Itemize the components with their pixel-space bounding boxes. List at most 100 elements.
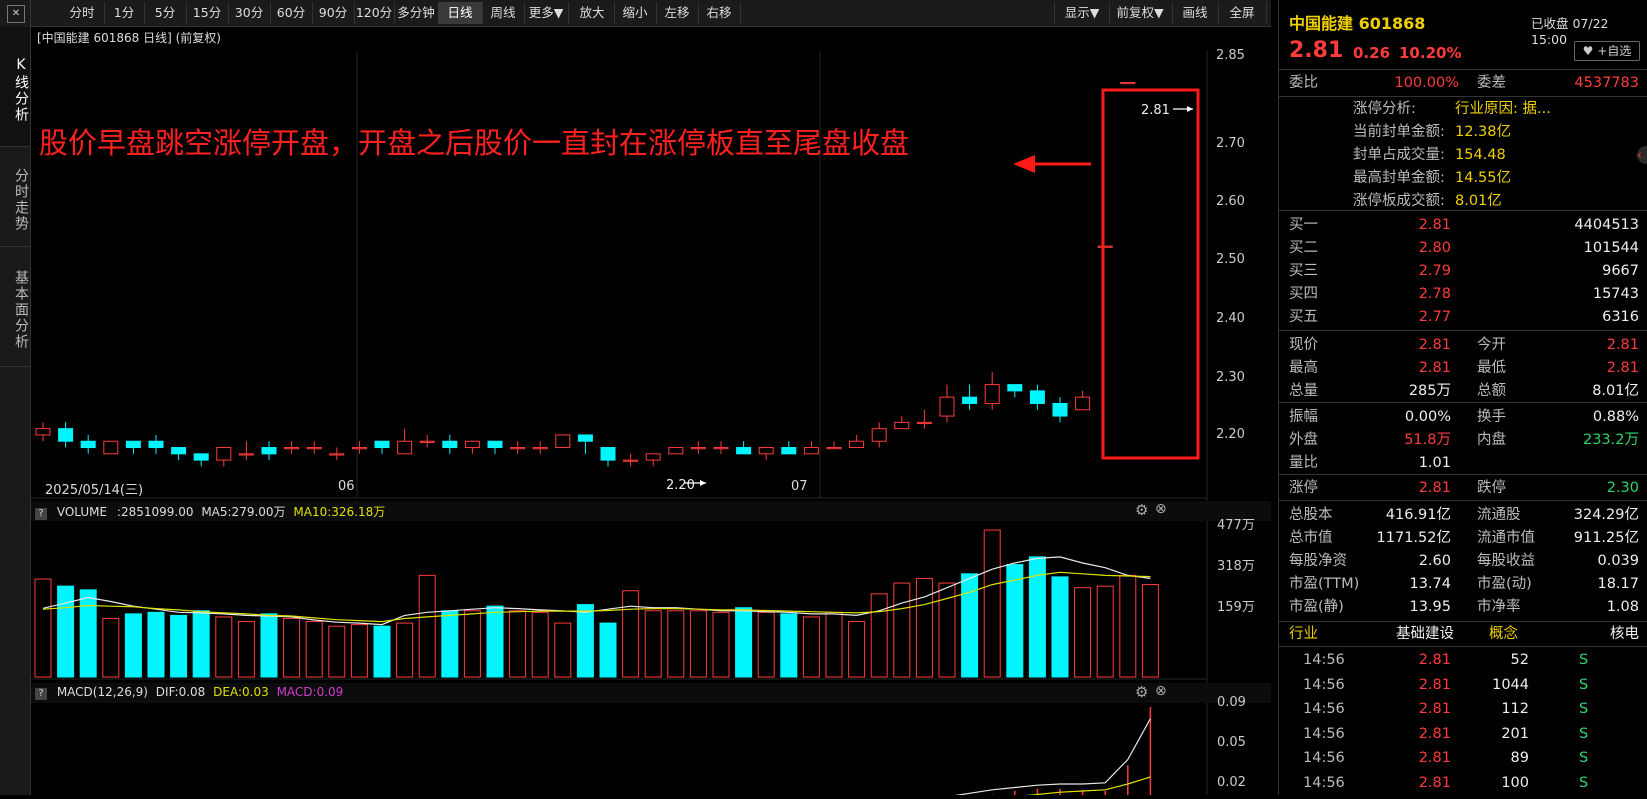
quote-row: 振幅 0.00% 换手 0.88%	[1279, 405, 1647, 429]
period-multi-minute[interactable]: 多分钟	[394, 2, 439, 24]
value: 2.81	[1606, 337, 1639, 353]
period-90m[interactable]: 90分	[312, 2, 355, 24]
trade-row: 14:56 2.81 201 S	[1279, 722, 1647, 746]
adjust-dropdown[interactable]: 前复权▼	[1108, 2, 1173, 24]
label: 涨停	[1289, 480, 1318, 496]
label: 委比	[1289, 75, 1318, 91]
volume-bar	[599, 622, 617, 678]
period-120m[interactable]: 120分	[354, 2, 395, 24]
volume-tick: 159万	[1217, 600, 1255, 615]
help-icon[interactable]: ?	[35, 508, 47, 520]
candle-body	[668, 447, 684, 455]
bid-volume: 101544	[1583, 240, 1639, 256]
period-60m[interactable]: 60分	[270, 2, 313, 24]
candle-body	[306, 447, 322, 450]
limit-price-row: 涨停 2.81 跌停 2.30	[1279, 476, 1647, 500]
volume-bar	[712, 611, 730, 678]
tab-kline[interactable]: K线分析	[0, 27, 30, 147]
candle-body	[781, 447, 797, 455]
industry-label: 行业	[1289, 626, 1318, 642]
display-dropdown[interactable]: 显示▼	[1054, 2, 1110, 24]
period-weekly[interactable]: 周线	[482, 2, 525, 24]
period-30m[interactable]: 30分	[228, 2, 271, 24]
volume-bar	[328, 625, 346, 678]
candle-body	[1052, 402, 1068, 417]
fundamental-row: 总股本 416.91亿 流通股 324.29亿	[1279, 503, 1647, 527]
label: 每股净资	[1289, 553, 1347, 569]
candle-body	[984, 384, 1000, 404]
volume-header: ? VOLUME :2851099.00 MA5:279.00万 MA10:32…	[35, 503, 385, 520]
price-change: 0.26	[1353, 44, 1391, 62]
value: 0.88%	[1592, 409, 1639, 425]
candle-body	[125, 440, 141, 449]
gear-icon[interactable]: ⚙	[1135, 683, 1148, 701]
tab-fundamental[interactable]: 基本面分析	[0, 247, 30, 367]
candle-body	[555, 434, 571, 449]
zoom-in-button[interactable]: 放大	[570, 2, 615, 24]
candle-body	[713, 447, 729, 450]
quote-row: 外盘 51.8万 内盘 233.2万	[1279, 428, 1647, 452]
macd-header: ? MACD(12,26,9) DIF:0.08 DEA:0.03 MACD:0…	[35, 685, 343, 700]
close-icon[interactable]: ⊗	[1155, 683, 1167, 699]
bid-row: 买五 2.77 6316	[1279, 305, 1647, 329]
volume-bar	[170, 614, 188, 678]
value: 51.8万	[1404, 432, 1451, 448]
quote-row: 现价 2.81 今开 2.81	[1279, 333, 1647, 357]
trade-price: 2.81	[1418, 750, 1451, 766]
period-1m[interactable]: 1分	[104, 2, 145, 24]
add-favorite-button[interactable]: ♥ +自选	[1574, 41, 1640, 61]
label: 每股收益	[1477, 553, 1535, 569]
bid-volume: 9667	[1602, 263, 1639, 279]
volume-bar	[870, 593, 888, 678]
candle-body	[148, 440, 164, 449]
candle-body	[939, 396, 955, 417]
volume-bar	[983, 529, 1001, 678]
candle-body	[216, 447, 232, 461]
industry-value[interactable]: 基础建设	[1396, 622, 1454, 646]
trade-time: 14:56	[1303, 725, 1345, 742]
label: 市盈(TTM)	[1289, 576, 1360, 592]
candle-body	[962, 396, 978, 404]
candle-body	[758, 447, 774, 455]
period-daily[interactable]: 日线	[438, 2, 483, 24]
draw-line-button[interactable]: 画线	[1172, 2, 1219, 24]
volume-bar	[147, 611, 165, 678]
close-icon[interactable]: ⊗	[1155, 501, 1167, 517]
label: 现价	[1289, 337, 1318, 353]
tab-intraday[interactable]: 分时走势	[0, 147, 30, 247]
volume-bar	[57, 585, 75, 678]
period-5m[interactable]: 5分	[144, 2, 187, 24]
shift-right-button[interactable]: 右移	[698, 2, 741, 24]
concept-value[interactable]: 核电	[1579, 622, 1639, 646]
trade-side: S	[1579, 701, 1589, 717]
volume-bar	[124, 613, 142, 678]
volume-bar	[441, 610, 459, 678]
value: 2.81	[1418, 360, 1451, 376]
dea-line	[988, 776, 1151, 799]
period-15m[interactable]: 15分	[186, 2, 229, 24]
value: 2.81	[1606, 360, 1639, 376]
value: 1.08	[1606, 599, 1639, 615]
label: 量比	[1289, 455, 1318, 471]
heart-icon: ♥	[1582, 44, 1594, 58]
period-more-dropdown[interactable]: 更多▼	[524, 2, 569, 24]
value: 911.25亿	[1573, 530, 1639, 546]
gear-icon[interactable]: ⚙	[1135, 501, 1148, 519]
period-fenshi[interactable]: 分时	[60, 2, 105, 24]
fundamental-row: 市盈(TTM) 13.74 市盈(动) 18.17	[1279, 572, 1647, 596]
help-icon[interactable]: ?	[35, 688, 47, 700]
value: 1171.52亿	[1376, 530, 1451, 546]
limit-value: 12.38亿	[1455, 124, 1512, 140]
zoom-out-button[interactable]: 缩小	[614, 2, 657, 24]
bid-row: 买三 2.79 9667	[1279, 259, 1647, 283]
close-icon[interactable]: ✕	[7, 5, 25, 23]
value: 0.039	[1597, 553, 1639, 569]
kline-chart-area[interactable]: [中国能建 601868 日线] (前复权) 股价早盘跳空涨停开盘，开盘之后股价…	[31, 27, 1271, 799]
fullscreen-button[interactable]: 全屏	[1218, 2, 1267, 24]
min-price-label: 2.20	[666, 478, 695, 493]
volume-bar	[260, 613, 278, 678]
label: 总股本	[1289, 507, 1333, 523]
stock-name: 中国能建	[1289, 14, 1354, 33]
shift-left-button[interactable]: 左移	[656, 2, 699, 24]
concept-label: 概念	[1489, 626, 1518, 642]
